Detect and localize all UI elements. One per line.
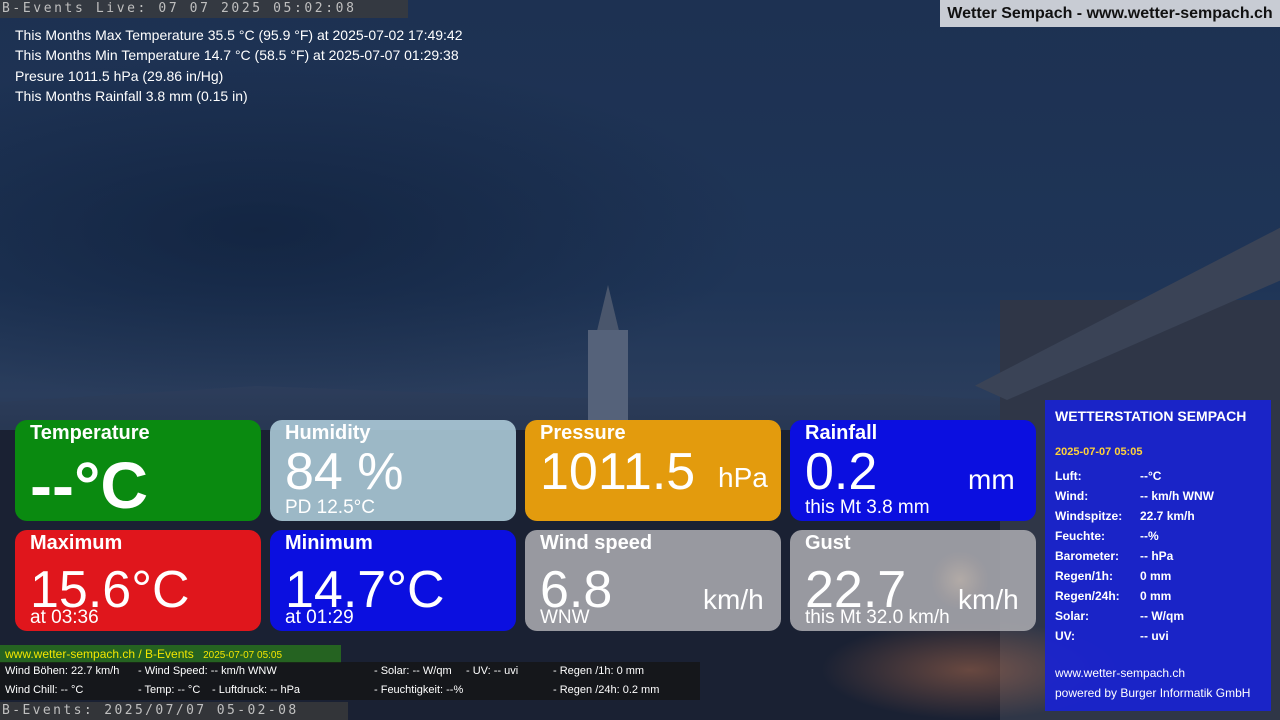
tile-unit: km/h (703, 584, 764, 615)
tile-rainfall: Rainfall 0.2 mm this Mt 3.8 mm (790, 420, 1036, 521)
row-key: Luft: (1055, 469, 1082, 483)
tile-sub: WNW (540, 607, 590, 628)
row-key: Regen/1h: (1055, 569, 1114, 583)
footer-rain-24h: - Regen /24h: 0.2 mm (553, 684, 660, 696)
tile-label: Gust (805, 532, 851, 554)
footer-temp: - Temp: -- °C (138, 684, 201, 696)
stat-rainfall: This Months Rainfall 3.8 mm (0.15 in) (15, 87, 248, 104)
tile-value: 0.2 (805, 443, 878, 501)
tile-humidity: Humidity 84 % PD 12.5°C (270, 420, 516, 521)
powered-by: powered by Burger Informatik GmbH (1055, 686, 1251, 700)
station-row: Regen/1h: 0 mm (1055, 566, 1261, 586)
footer-wind-speed: - Wind Speed: -- km/h WNW (138, 665, 277, 677)
tile-unit: mm (968, 464, 1015, 495)
site-title: Wetter Sempach - www.wetter-sempach.ch (940, 0, 1280, 27)
live-timestamp: B-Events Live: 07 07 2025 05:02:08 (0, 0, 408, 18)
row-value: -- km/h WNW (1140, 489, 1214, 503)
station-row: UV: -- uvi (1055, 626, 1261, 646)
tile-maximum: Maximum 15.6°C at 03:36 (15, 530, 261, 631)
station-row: Barometer: -- hPa (1055, 546, 1261, 566)
station-footer: www.wetter-sempach.ch powered by Burger … (1055, 663, 1250, 703)
tile-sub: at 01:29 (285, 607, 354, 628)
row-key: UV: (1055, 629, 1076, 643)
monthly-stats: This Months Max Temperature 35.5 °C (95.… (15, 25, 463, 106)
footer-humidity: - Feuchtigkeit: --% (374, 684, 464, 696)
station-readings: Luft: --°C Wind: -- km/h WNW Windspitze: 22… (1055, 466, 1261, 646)
tile-value: 1011.5 (540, 443, 696, 501)
station-row: Windspitze: 22.7 km/h (1055, 506, 1261, 526)
tile-label: Rainfall (805, 422, 878, 444)
tile-wind-speed: Wind speed 6.8 km/h WNW (525, 530, 781, 631)
stat-max-temp: This Months Max Temperature 35.5 °C (95.… (15, 27, 463, 43)
footer-site-link: www.wetter-sempach.ch / B-Events (5, 647, 194, 661)
footer-uv: - UV: -- uvi (466, 665, 519, 677)
footer-rain-1h: - Regen /1h: 0 mm (553, 665, 645, 677)
station-url: www.wetter-sempach.ch (1055, 666, 1186, 680)
station-date: 2025-07-07 05:05 (1055, 446, 1143, 458)
tile-value: 84 % (285, 443, 404, 501)
tile-gust: Gust 22.7 km/h this Mt 32.0 km/h (790, 530, 1036, 631)
row-value: -- hPa (1140, 549, 1174, 563)
footer-wind-gust: Wind Böhen: 22.7 km/h (5, 665, 120, 677)
tile-unit: km/h (958, 584, 1019, 615)
tile-value: --°C (30, 448, 149, 521)
station-row: Wind: -- km/h WNW (1055, 486, 1261, 506)
row-value: --°C (1140, 469, 1162, 483)
tile-sub: this Mt 3.8 mm (805, 497, 930, 518)
row-value: -- W/qm (1140, 609, 1184, 623)
stat-pressure: Presure 1011.5 hPa (29.86 in/Hg) (15, 67, 224, 84)
row-key: Feuchte: (1055, 529, 1106, 543)
tile-label: Maximum (30, 532, 123, 554)
station-row: Luft: --°C (1055, 466, 1261, 486)
footer-solar: - Solar: -- W/qm (374, 665, 452, 677)
row-key: Barometer: (1055, 549, 1120, 563)
row-value: --% (1140, 529, 1159, 543)
row-key: Wind: (1055, 489, 1089, 503)
footer-readings: Wind Böhen: 22.7 km/h - Wind Speed: -- k… (0, 662, 700, 700)
tile-temperature: Temperature --°C (15, 420, 261, 521)
tile-pressure: Pressure 1011.5 hPa (525, 420, 781, 521)
footer-wind-chill: Wind Chill: -- °C (5, 684, 84, 696)
tile-unit: hPa (718, 462, 768, 493)
row-key: Regen/24h: (1055, 589, 1120, 603)
row-value: 0 mm (1140, 589, 1172, 603)
footer-pressure: - Luftdruck: -- hPa (212, 684, 301, 696)
footer-site: www.wetter-sempach.ch / B-Events 2025-07… (0, 645, 341, 663)
tile-minimum: Minimum 14.7°C at 01:29 (270, 530, 516, 631)
tile-label: Humidity (285, 422, 371, 444)
station-row: Regen/24h: 0 mm (1055, 586, 1261, 606)
station-title: WETTERSTATION SEMPACH (1055, 408, 1247, 424)
stat-min-temp: This Months Min Temperature 14.7 °C (58.… (15, 47, 459, 64)
tile-sub: this Mt 32.0 km/h (805, 607, 950, 628)
bottom-timestamp: B-Events: 2025/07/07 05-02-08 (0, 702, 348, 720)
tile-sub: PD 12.5°C (285, 497, 375, 518)
tile-label: Wind speed (540, 532, 653, 554)
footer-site-date: 2025-07-07 05:05 (203, 650, 283, 661)
station-panel: WETTERSTATION SEMPACH 2025-07-07 05:05 L… (1045, 400, 1271, 711)
row-key: Windspitze: (1055, 509, 1123, 523)
station-row: Feuchte: --% (1055, 526, 1261, 546)
row-value: 0 mm (1140, 569, 1172, 583)
row-value: -- uvi (1140, 629, 1169, 643)
tile-label: Temperature (30, 422, 150, 444)
tile-sub: at 03:36 (30, 607, 99, 628)
row-value: 22.7 km/h (1140, 509, 1195, 523)
tile-label: Minimum (285, 532, 373, 554)
station-row: Solar: -- W/qm (1055, 606, 1261, 626)
row-key: Solar: (1055, 609, 1090, 623)
tile-label: Pressure (540, 422, 626, 444)
